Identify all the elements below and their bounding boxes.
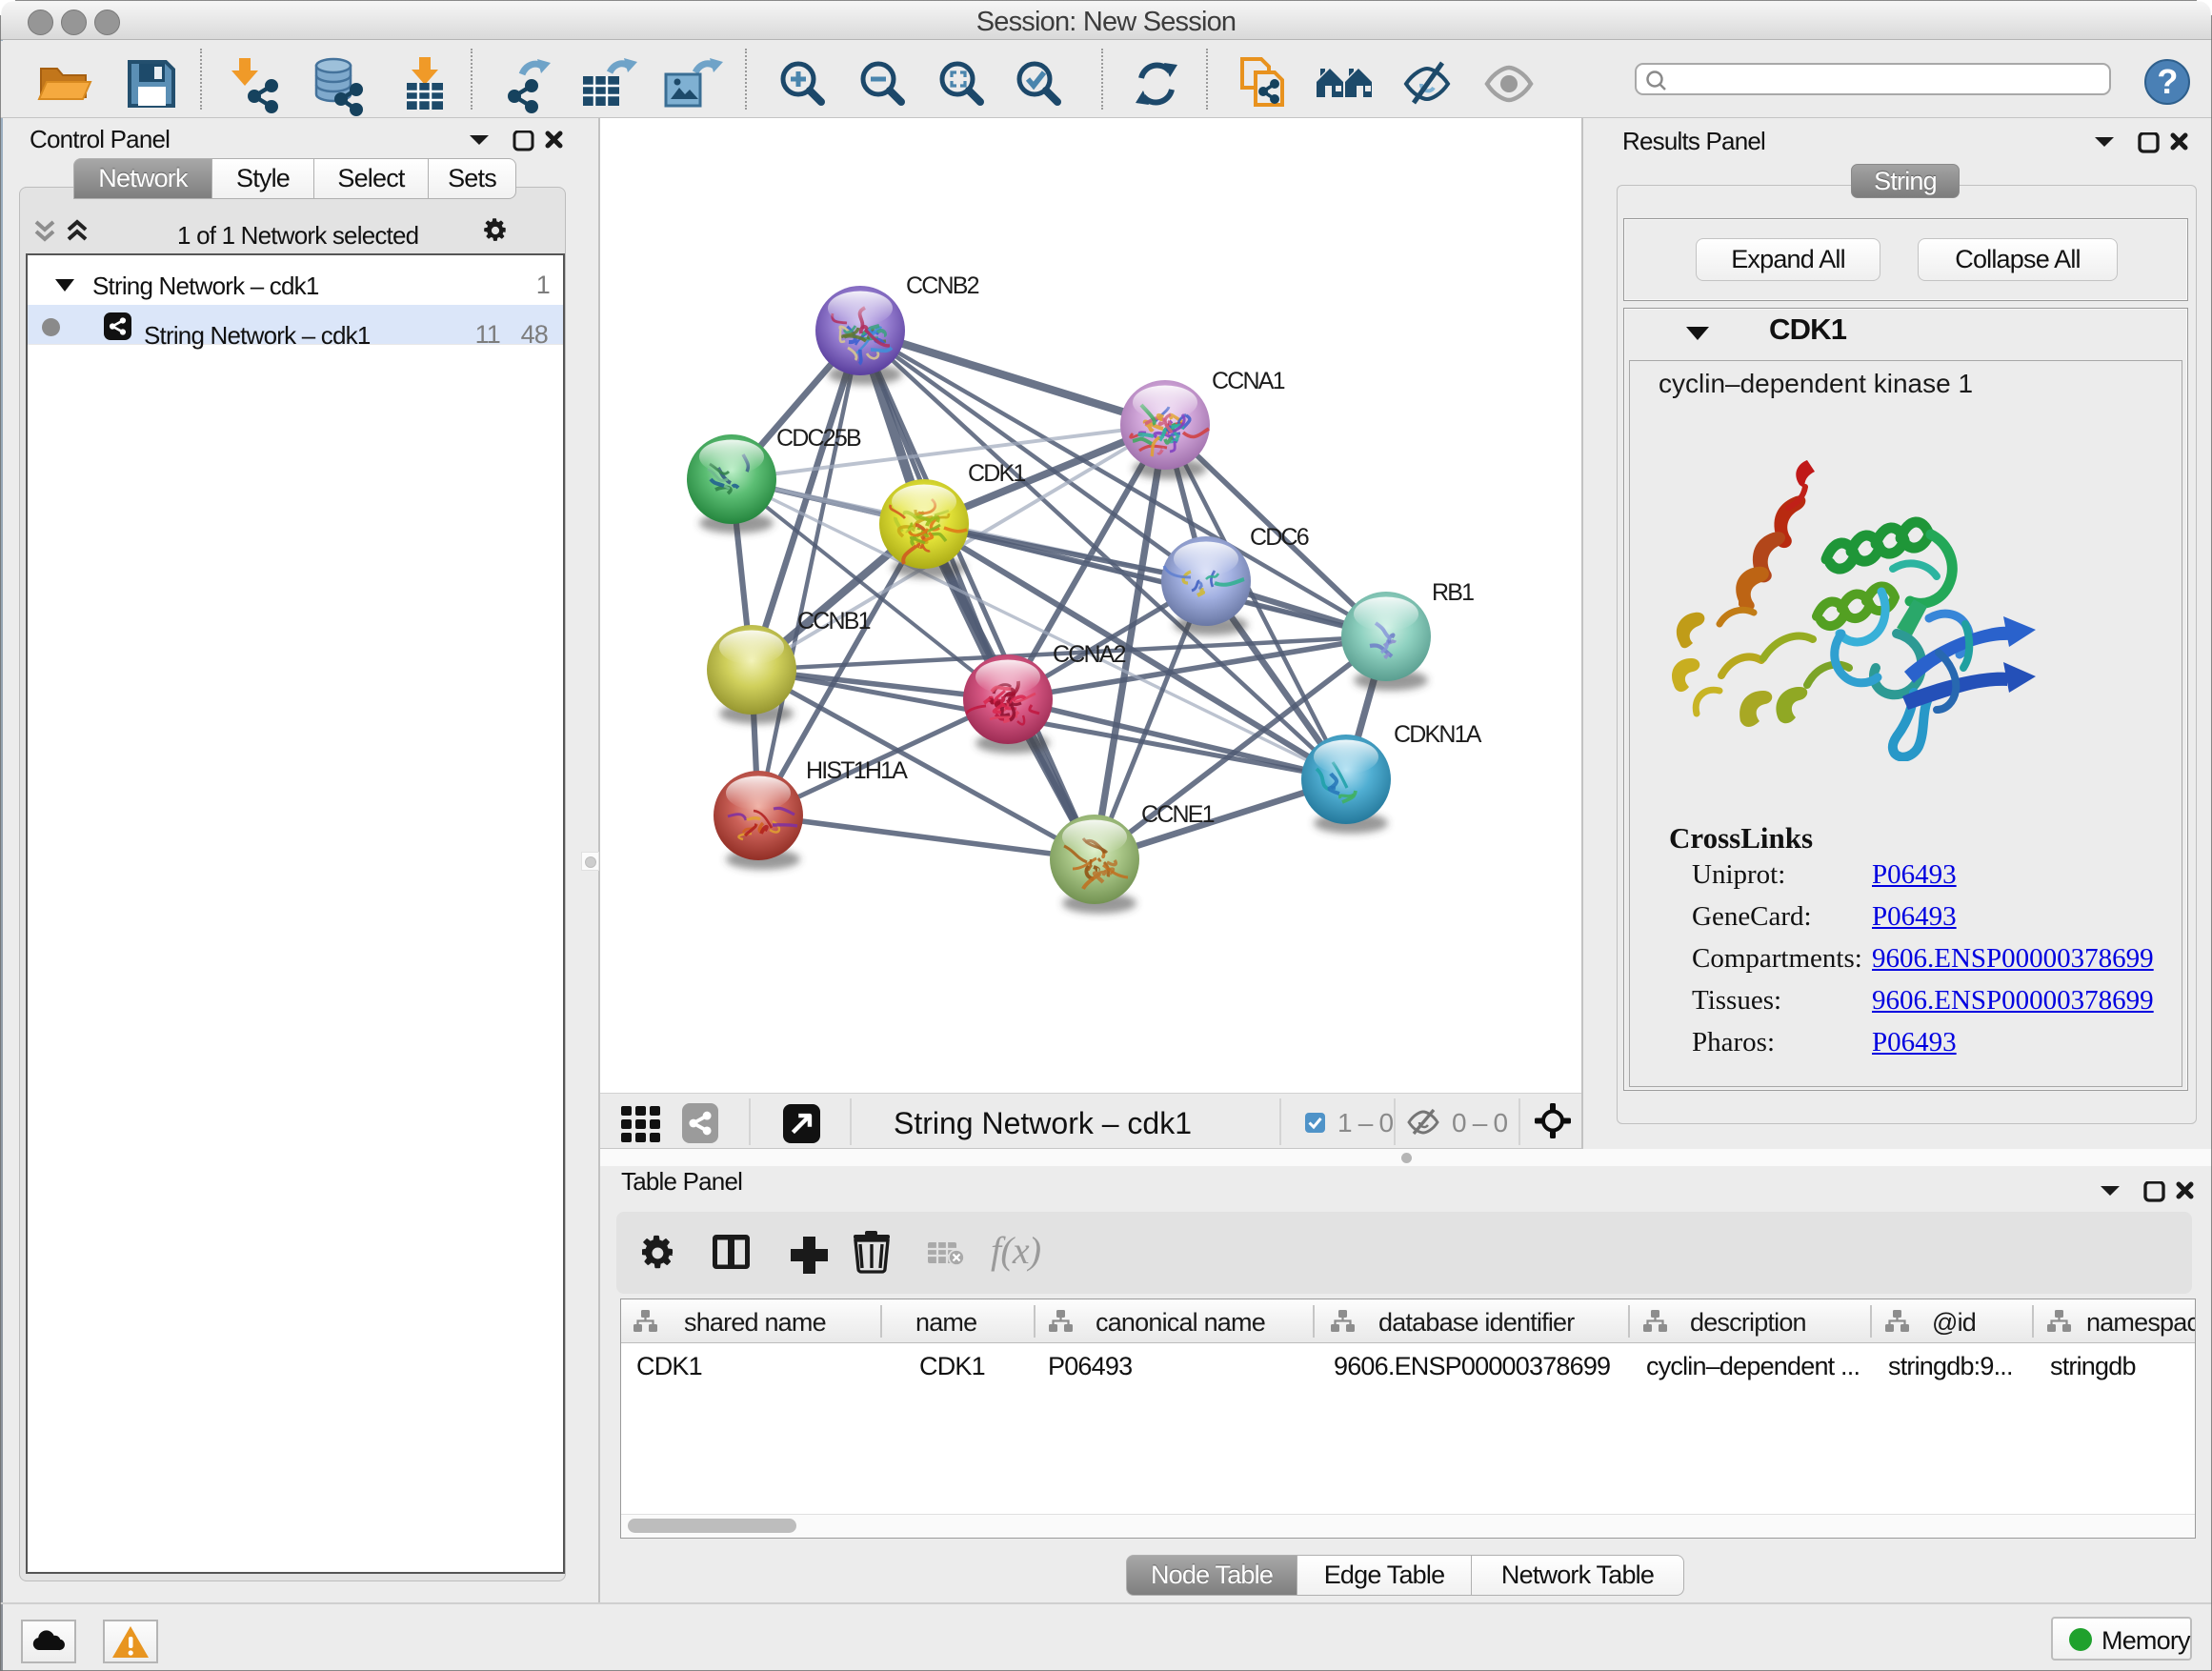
svg-text:CDC25B: CDC25B	[776, 425, 861, 452]
svg-text:CCNA1: CCNA1	[1212, 368, 1285, 394]
svg-text:CCNB2: CCNB2	[906, 272, 979, 299]
svg-text:HIST1H1A: HIST1H1A	[806, 757, 908, 784]
svg-text:CCNB1: CCNB1	[797, 608, 871, 634]
svg-text:f(x): f(x)	[991, 1231, 1041, 1272]
svg-text:CCNE1: CCNE1	[1141, 801, 1215, 828]
svg-text:CDK1: CDK1	[968, 460, 1025, 487]
svg-text:CDC6: CDC6	[1250, 524, 1309, 551]
svg-text:RB1: RB1	[1432, 579, 1474, 606]
svg-text:CDKN1A: CDKN1A	[1394, 721, 1482, 748]
svg-text:?: ?	[2157, 62, 2177, 101]
svg-text:CCNA2: CCNA2	[1053, 641, 1126, 668]
